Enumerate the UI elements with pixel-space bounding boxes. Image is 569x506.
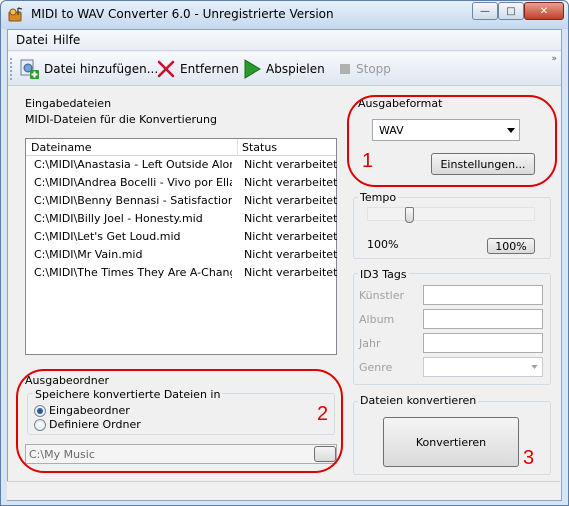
convert-button[interactable]: Konvertieren [383, 417, 519, 467]
play-button[interactable]: Abspielen [242, 56, 325, 82]
file-list-header: Dateiname Status [26, 139, 336, 156]
column-header-status[interactable]: Status [242, 141, 277, 154]
table-row[interactable]: C:\MIDI\Benny Bennasi - Satisfaction....… [26, 192, 342, 210]
row-filename: C:\MIDI\Billy Joel - Honesty.mid [34, 212, 203, 225]
tempo-reset-button[interactable]: 100% [487, 238, 535, 254]
column-separator[interactable] [237, 139, 238, 156]
minimize-button[interactable]: — [472, 2, 498, 20]
remove-x-icon [157, 60, 175, 78]
add-files-label: Datei hinzufügen... [44, 62, 159, 76]
tempo-slider-thumb[interactable] [405, 207, 414, 223]
window-title: MIDI to WAV Converter 6.0 - Unregistrier… [31, 7, 334, 21]
artist-field[interactable] [423, 285, 543, 305]
genre-label: Genre [359, 361, 393, 374]
toolbar: Datei hinzufügen... Entfernen Abspielen … [8, 52, 561, 86]
remove-label: Entfernen [180, 62, 239, 76]
table-row[interactable]: C:\MIDI\Mr Vain.mid Nicht verarbeitet [26, 246, 342, 264]
tempo-label: Tempo [358, 191, 399, 204]
stop-button[interactable]: Stopp [338, 56, 391, 82]
add-files-button[interactable]: Datei hinzufügen... [18, 56, 158, 82]
title-bar[interactable]: MIDI to WAV Converter 6.0 - Unregistrier… [1, 1, 568, 29]
annotation-number-1: 1 [362, 150, 374, 172]
row-filename: C:\MIDI\The Times They Are A-Changi... [34, 266, 232, 279]
album-label: Album [359, 313, 395, 326]
input-files-subtitle: MIDI-Dateien für die Konvertierung [25, 113, 217, 126]
convert-group-label: Dateien konvertieren [358, 394, 479, 407]
file-list[interactable]: Dateiname Status C:\MIDI\Anastasia - Lef… [25, 138, 337, 355]
tempo-reset-label: 100% [495, 239, 527, 253]
play-label: Abspielen [266, 62, 325, 76]
status-bar [7, 481, 560, 500]
menu-bar: Datei Hilfe [8, 30, 561, 51]
row-filename: C:\MIDI\Mr Vain.mid [34, 248, 143, 261]
maximize-icon: □ [506, 5, 516, 17]
annotation-number-2: 2 [317, 403, 329, 425]
row-status: Nicht verarbeitet [244, 212, 338, 225]
genre-select[interactable] [423, 357, 543, 377]
row-status: Nicht verarbeitet [244, 194, 338, 207]
year-field[interactable] [423, 333, 543, 353]
row-filename: C:\MIDI\Benny Bennasi - Satisfaction.... [34, 194, 232, 207]
annotation-number-3: 3 [523, 447, 535, 469]
add-file-icon [20, 59, 39, 79]
close-icon: ✕ [539, 5, 549, 17]
minimize-icon: — [480, 5, 490, 17]
row-filename: C:\MIDI\Anastasia - Left Outside Alon... [34, 158, 232, 171]
row-filename: C:\MIDI\Let's Get Loud.mid [34, 230, 181, 243]
table-row[interactable]: C:\MIDI\Anastasia - Left Outside Alon...… [26, 156, 342, 174]
row-status: Nicht verarbeitet [244, 248, 338, 261]
toolbar-grip[interactable] [10, 58, 13, 80]
annotation-ellipse-2 [16, 369, 343, 473]
tempo-value: 100% [367, 238, 399, 251]
table-row[interactable]: C:\MIDI\Let's Get Loud.mid Nicht verarbe… [26, 228, 342, 246]
column-header-filename[interactable]: Dateiname [31, 141, 92, 154]
menu-help[interactable]: Hilfe [53, 33, 80, 47]
row-status: Nicht verarbeitet [244, 176, 338, 189]
input-files-group-label: Eingabedateien [25, 97, 112, 110]
stop-icon [340, 64, 350, 74]
row-filename: C:\MIDI\Andrea Bocelli - Vivo por Ella..… [34, 176, 232, 189]
tempo-slider-track[interactable] [367, 207, 535, 221]
annotation-ellipse-1 [347, 95, 557, 187]
year-label: Jahr [359, 337, 381, 350]
close-button[interactable]: ✕ [524, 2, 564, 20]
album-field[interactable] [423, 309, 543, 329]
artist-label: Künstler [359, 289, 404, 302]
remove-button[interactable]: Entfernen [156, 56, 239, 82]
table-row[interactable]: C:\MIDI\Billy Joel - Honesty.mid Nicht v… [26, 210, 342, 228]
app-window: MIDI to WAV Converter 6.0 - Unregistrier… [0, 0, 569, 506]
row-status: Nicht verarbeitet [244, 266, 338, 279]
chevron-down-icon [531, 365, 538, 369]
table-row[interactable]: C:\MIDI\Andrea Bocelli - Vivo por Ella..… [26, 174, 342, 192]
id3-label: ID3 Tags [358, 268, 409, 281]
app-icon [8, 7, 23, 22]
row-status: Nicht verarbeitet [244, 158, 338, 171]
stop-label: Stopp [356, 62, 391, 76]
menu-file[interactable]: Datei [16, 33, 48, 47]
convert-button-label: Konvertieren [415, 435, 487, 449]
table-row[interactable]: C:\MIDI\The Times They Are A-Changi... N… [26, 264, 342, 282]
play-icon [244, 59, 261, 79]
maximize-button[interactable]: □ [498, 2, 524, 20]
row-status: Nicht verarbeitet [244, 230, 338, 243]
toolbar-overflow-icon[interactable]: » [551, 54, 557, 64]
